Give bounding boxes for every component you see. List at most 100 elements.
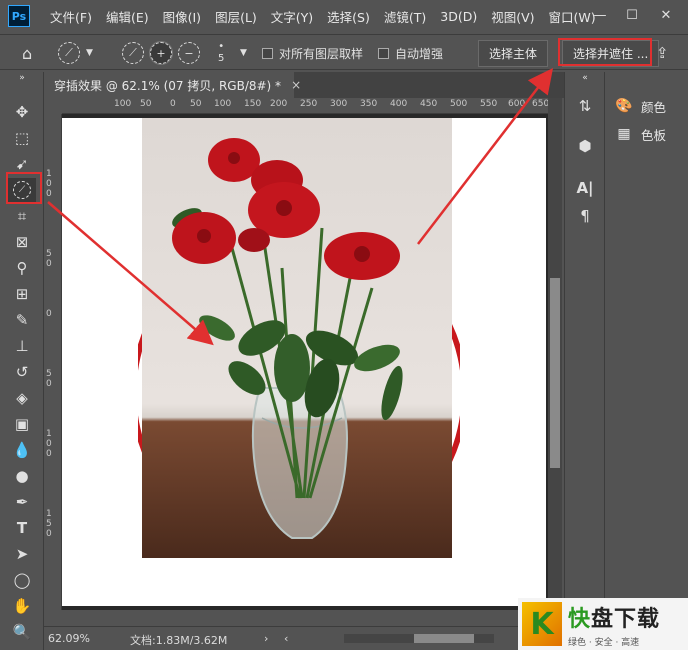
menu-select[interactable]: 选择(S) — [327, 7, 370, 26]
ruler-label: 100 — [114, 99, 132, 109]
healing-brush-tool-icon[interactable]: ⊞ — [8, 282, 36, 306]
document-size: 文档:1.83M/3.62M — [130, 634, 228, 647]
paragraph-panel-icon[interactable]: ¶ — [571, 204, 599, 228]
hand-tool-icon[interactable]: ✋ — [8, 594, 36, 618]
character-panel-icon[interactable]: A| — [571, 176, 599, 200]
3d-panel-icon[interactable]: ⬢ — [571, 134, 599, 158]
document-tab-title: 穿插效果 @ 62.1% (07 拷贝, RGB/8#) * — [54, 78, 282, 93]
menu-type[interactable]: 文字(Y) — [271, 7, 313, 26]
select-subject-button[interactable]: 选择主体 — [478, 39, 549, 67]
menu-image[interactable]: 图像(I) — [163, 7, 201, 26]
swatches-panel-item[interactable]: ▦ 色板 — [615, 122, 666, 146]
ruler-label: 350 — [360, 99, 378, 109]
horizontal-ruler: 100 50 0 50 100 150 200 250 300 350 400 … — [62, 98, 549, 114]
collapse-icon[interactable]: » — [8, 72, 36, 84]
ruler-label: 300 — [330, 99, 348, 109]
ruler-label: 500 — [450, 99, 468, 109]
home-icon[interactable]: ⌂ — [22, 35, 32, 71]
maximize-button[interactable]: ☐ — [620, 4, 644, 26]
tools-panel: » ✥ ⬚ ➹ ⟋ ⌗ ⊠ ⚲ ⊞ ✎ ⊥ ↺ ◈ ▣ 💧 ● ✒ T ➤ ◯ … — [0, 72, 44, 650]
document-tab[interactable]: 穿插效果 @ 62.1% (07 拷贝, RGB/8#) * × — [44, 72, 301, 98]
swatches-panel-label: 色板 — [641, 127, 667, 143]
watermark-title-green: 快 — [568, 606, 592, 632]
menu-bar: Ps 文件(F) 编辑(E) 图像(I) 图层(L) 文字(Y) 选择(S) 滤… — [0, 0, 688, 32]
ruler-label: 600 — [508, 99, 526, 109]
eyedropper-tool-icon[interactable]: ⚲ — [8, 256, 36, 280]
color-panel-item[interactable]: 🎨 颜色 — [615, 94, 666, 118]
zoom-level[interactable]: 62.09% — [48, 632, 90, 645]
ruler-label: 550 — [480, 99, 498, 109]
document-canvas[interactable] — [62, 118, 546, 606]
blur-tool-icon[interactable]: 💧 — [8, 438, 36, 462]
checkbox-box — [378, 47, 389, 59]
collapse-panels-icon[interactable]: « — [571, 72, 599, 84]
sample-all-layers-checkbox[interactable]: 对所有图层取样 — [262, 35, 363, 71]
horizontal-scroll-thumb[interactable] — [414, 634, 474, 643]
brush-size-chevron-icon[interactable]: ▼ — [240, 35, 247, 71]
tool-preset-picker[interactable]: ⟋ ▼ — [58, 35, 93, 71]
menu-filter[interactable]: 滤镜(T) — [384, 7, 426, 26]
panel-list: 🎨 颜色 ▦ 色板 — [604, 72, 688, 650]
watermark-k-icon: K — [522, 602, 562, 646]
add-selection-brush-icon: + — [149, 41, 173, 65]
subtract-from-selection-mode-button[interactable]: − — [178, 35, 200, 71]
ruler-label: 250 — [300, 99, 318, 109]
menu-3d[interactable]: 3D(D) — [440, 9, 477, 24]
ruler-label: 0 — [46, 309, 52, 319]
marquee-tool-icon[interactable]: ⬚ — [8, 126, 36, 150]
ruler-label: 100 — [214, 99, 232, 109]
watermark-title: 快盘下载 — [568, 601, 660, 633]
vertical-ruler: 1 0 0 5 0 0 5 0 1 0 0 1 5 0 — [44, 114, 62, 610]
minimize-button[interactable]: — — [588, 4, 612, 26]
menu-file[interactable]: 文件(F) — [50, 7, 92, 26]
close-window-button[interactable]: ✕ — [654, 4, 678, 26]
frame-tool-icon[interactable]: ⊠ — [8, 230, 36, 254]
ruler-label: 200 — [270, 99, 288, 109]
share-icon[interactable]: ⇪ — [656, 35, 669, 71]
vertical-scrollbar[interactable] — [548, 98, 562, 626]
eraser-tool-icon[interactable]: ◈ — [8, 386, 36, 410]
watermark-title-rest: 盘下载 — [591, 606, 661, 632]
ruler-label: 1 — [46, 169, 52, 179]
highlight-quick-selection-tool — [6, 172, 42, 204]
brush-size-picker[interactable]: • 5 — [218, 35, 224, 71]
add-to-selection-mode-button[interactable]: + — [149, 35, 173, 71]
new-selection-mode-button[interactable]: ⟋ — [122, 35, 144, 71]
scroll-left-icon[interactable]: ‹ — [284, 632, 288, 645]
gradient-tool-icon[interactable]: ▣ — [8, 412, 36, 436]
brush-tool-icon[interactable]: ✎ — [8, 308, 36, 332]
new-selection-brush-icon: ⟋ — [122, 42, 144, 64]
document-tab-bar: 穿插效果 @ 62.1% (07 拷贝, RGB/8#) * × — [44, 72, 564, 98]
ellipse-tool-icon[interactable]: ◯ — [8, 568, 36, 592]
status-menu-chevron-icon[interactable]: › — [264, 632, 268, 645]
move-tool-icon[interactable]: ✥ — [8, 100, 36, 124]
ruler-label: 5 — [46, 519, 52, 529]
menu-view[interactable]: 视图(V) — [491, 7, 534, 26]
ruler-label: 0 — [170, 99, 176, 109]
rose-bouquet-image — [172, 138, 403, 539]
vertical-scroll-thumb[interactable] — [550, 278, 560, 468]
canvas-area[interactable] — [62, 114, 548, 610]
dodge-tool-icon[interactable]: ● — [8, 464, 36, 488]
clone-stamp-tool-icon[interactable]: ⊥ — [8, 334, 36, 358]
menu-layer[interactable]: 图层(L) — [215, 7, 257, 26]
horizontal-scrollbar[interactable] — [344, 634, 494, 643]
history-panel-icon[interactable]: ⇅ — [571, 94, 599, 118]
subtract-selection-brush-icon: − — [178, 42, 200, 64]
crop-tool-icon[interactable]: ⌗ — [8, 204, 36, 228]
auto-enhance-checkbox[interactable]: 自动增强 — [378, 35, 443, 71]
ruler-label: 450 — [420, 99, 438, 109]
status-bar: 62.09% 文档:1.83M/3.62M › ‹ — [44, 626, 548, 650]
panel-icon-strip: « ⇅ ⬢ A| ¶ — [564, 72, 604, 650]
path-selection-tool-icon[interactable]: ➤ — [8, 542, 36, 566]
ruler-label: 0 — [46, 259, 52, 269]
close-tab-icon[interactable]: × — [291, 78, 301, 92]
type-tool-icon[interactable]: T — [8, 516, 36, 540]
watermark-logo: K 快盘下载 绿色 · 安全 · 高速 — [518, 598, 688, 650]
pen-tool-icon[interactable]: ✒ — [8, 490, 36, 514]
history-brush-tool-icon[interactable]: ↺ — [8, 360, 36, 384]
menu-edit[interactable]: 编辑(E) — [106, 7, 149, 26]
zoom-tool-icon[interactable]: 🔍 — [8, 620, 36, 644]
ruler-label: 5 — [46, 369, 52, 379]
brush-size-value: 5 — [218, 53, 225, 64]
